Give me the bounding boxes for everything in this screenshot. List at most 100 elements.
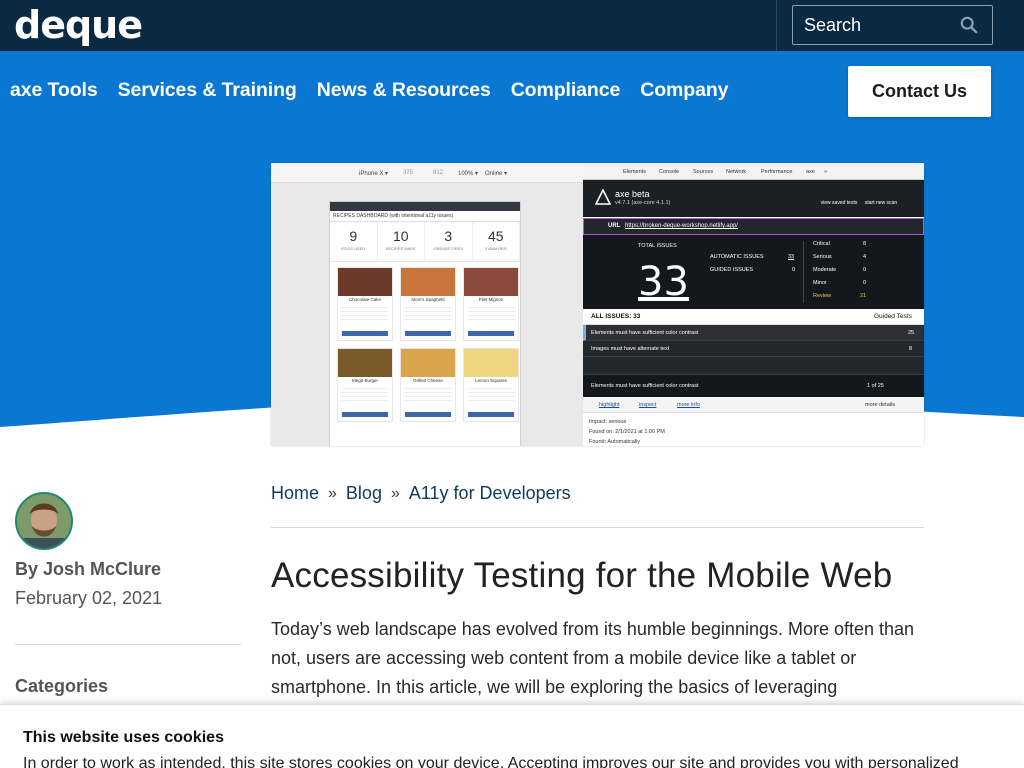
total-issues-label: TOTAL ISSUES	[638, 243, 677, 249]
guided-issues-label: GUIDED ISSUES	[710, 267, 754, 273]
logo-text: deque	[14, 3, 143, 47]
device-emulator: iPhone X ▾ 375 812 100% ▾ Online ▾ RECIP…	[271, 163, 583, 446]
view-saved-tests-button: view saved tests	[820, 200, 858, 206]
severity-label: Review	[813, 293, 832, 299]
device-network: Online ▾	[485, 171, 508, 177]
recipe-card: Lemon Squares	[463, 348, 519, 422]
devtools-tab: Elements	[623, 169, 646, 175]
severity-label: Moderate	[813, 267, 837, 273]
severity-count: 0	[863, 280, 867, 286]
recipe-card: Grilled Cheese	[400, 348, 456, 422]
nav-item-compliance[interactable]: Compliance	[511, 79, 621, 102]
axe-version: v4.7.1 (axe-core 4.1.1)	[615, 200, 671, 206]
device-width: 375	[403, 170, 414, 176]
breadcrumb-divider	[271, 527, 924, 528]
axe-name: axe beta	[615, 189, 650, 199]
issue-row: Elements must have sufficient color cont…	[583, 325, 924, 341]
devtools-tab: Performance	[761, 169, 793, 175]
cookie-title: This website uses cookies	[23, 729, 224, 746]
automatic-issues-count: 33	[788, 254, 795, 260]
deque-logo[interactable]: deque	[14, 3, 143, 47]
article-intro: Today’s web landscape has evolved from i…	[271, 619, 915, 697]
devtools-tab: Console	[659, 169, 680, 175]
recipe-cards: Chocolate Cake Mom's Spaghetti Filet Mig…	[330, 262, 520, 427]
breadcrumb-home[interactable]: Home	[271, 483, 319, 504]
nav-item-company[interactable]: Company	[640, 79, 728, 102]
contact-us-button[interactable]: Contact Us	[848, 66, 991, 117]
phone-frame: RECIPES DASHBOARD (with intentional a11y…	[329, 201, 521, 446]
issue-row: Images must have alternate text 8	[583, 341, 924, 357]
severity-label: Critical	[813, 241, 830, 247]
breadcrumb-blog[interactable]: Blog	[346, 483, 382, 504]
search-box[interactable]	[792, 5, 993, 45]
recipe-card: Chocolate Cake	[337, 267, 393, 341]
severity-count: 4	[863, 254, 867, 260]
stat-item: 45 YUMM RES	[473, 222, 520, 261]
devtools-tab: »	[824, 169, 828, 175]
recipe-card: Mega Burger	[337, 348, 393, 422]
total-issues-count: 33	[638, 259, 689, 305]
axe-logo-icon	[595, 189, 611, 205]
devtools-tab: Sources	[693, 169, 714, 175]
topbar-divider	[776, 0, 777, 51]
highlight-link: highlight	[599, 402, 620, 408]
issue-details: Impact: serious Found on: 2/1/2021 at 1:…	[589, 417, 665, 446]
summary-divider	[803, 241, 804, 303]
recipe-card: Filet Mignon	[463, 267, 519, 341]
inspect-link: inspect	[639, 402, 657, 408]
guided-tests-label: Guided Tests	[874, 313, 912, 320]
axe-devtools-panel: Elements Console Sources Network Perform…	[583, 163, 924, 446]
devtools-tab: Network	[726, 169, 747, 175]
devtools-tab: axe	[806, 169, 815, 175]
author-name[interactable]: By Josh McClure	[15, 559, 161, 580]
stat-item: 3 GREASE FIRES	[425, 222, 473, 261]
breadcrumb: Home » Blog » A11y for Developers	[271, 483, 571, 504]
more-info-link: more info	[677, 402, 700, 408]
automatic-issues-label: AUTOMATIC ISSUES	[710, 254, 764, 260]
start-new-scan-button: start new scan	[864, 200, 898, 206]
hero-image: iPhone X ▾ 375 812 100% ▾ Online ▾ RECIP…	[271, 163, 924, 446]
device-toolbar: iPhone X ▾ 375 812 100% ▾ Online ▾	[271, 163, 583, 183]
severity-label: Serious	[813, 254, 832, 260]
avatar	[15, 492, 73, 550]
publish-date: February 02, 2021	[15, 588, 163, 608]
severity-count: 8	[863, 241, 867, 247]
stats-row: 9 EGGS USED 10 RECIPES MADE 3 GREASE FIRES …	[330, 222, 520, 262]
selected-issue: Elements must have sufficient color cont…	[591, 383, 699, 389]
url-value: https://broken-deque-workshop.netlify.ap…	[625, 223, 738, 229]
main-nav: axe Tools Services & Training News & Res…	[10, 79, 728, 102]
guided-issues-count: 0	[792, 267, 796, 273]
sidebar-divider	[15, 644, 241, 645]
all-issues-label: ALL ISSUES: 33	[591, 313, 641, 320]
stat-item: 9 EGGS USED	[330, 222, 378, 261]
author-photo	[17, 494, 71, 548]
breadcrumb-separator: »	[328, 485, 337, 502]
nav-item-services-training[interactable]: Services & Training	[118, 79, 297, 102]
pager-count: 1 of 25	[867, 383, 884, 389]
devtools-tabs: Elements Console Sources Network Perform…	[583, 163, 924, 180]
breadcrumb-separator: »	[390, 485, 400, 502]
url-label: URL	[608, 223, 621, 229]
dashboard-title: RECIPES DASHBOARD (with intentional a11y…	[330, 211, 520, 222]
found-on-text: Found on: 2/1/2021 at 1:00 PM	[589, 429, 665, 435]
categories-heading: Categories	[15, 676, 109, 696]
issue-pager: Elements must have sufficient color cont…	[583, 375, 924, 397]
page-title: Accessibility Testing for the Mobile Web	[271, 556, 893, 595]
url-bar: URL https://broken-deque-workshop.netlif…	[583, 218, 924, 235]
device-select: iPhone X ▾	[359, 171, 389, 177]
nav-item-news-resources[interactable]: News & Resources	[317, 79, 491, 102]
recipe-card: Mom's Spaghetti	[400, 267, 456, 341]
issue-detail-bar: highlight inspect more info more details	[583, 398, 924, 413]
breadcrumb-a11y-developers[interactable]: A11y for Developers	[409, 483, 571, 504]
nav-item-axe-tools[interactable]: axe Tools	[10, 79, 98, 102]
search-input[interactable]	[793, 6, 953, 44]
found-text: Found: Automatically	[589, 439, 641, 445]
more-details-link: more details	[865, 402, 895, 408]
impact-text: Impact: serious	[589, 419, 627, 425]
cookie-text: In order to work as intended, this site …	[23, 755, 959, 768]
severity-count: 0	[863, 267, 867, 273]
search-icon[interactable]	[960, 16, 978, 34]
severity-count: 21	[860, 293, 867, 299]
top-bar: deque	[0, 0, 1024, 51]
cookie-banner: This website uses cookies In order to wo…	[0, 704, 1024, 768]
